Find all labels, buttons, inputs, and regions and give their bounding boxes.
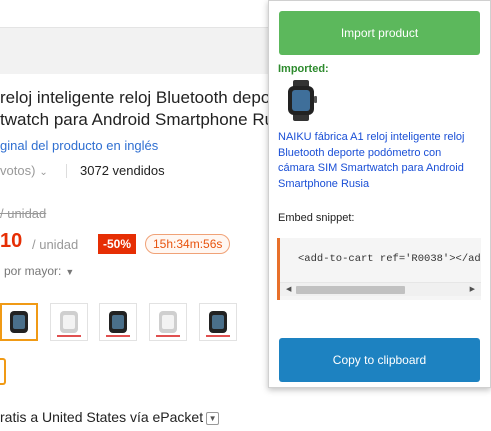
watch-thumbnail-icon bbox=[209, 311, 227, 333]
product-title-line-1: reloj inteligente reloj Bluetooth deport… bbox=[0, 88, 291, 107]
scrollbar-thumb[interactable] bbox=[296, 286, 405, 294]
shipping-info: ratis a United States vía ePacket ▼ bbox=[0, 409, 220, 425]
countdown-timer: 15h:34m:56s bbox=[145, 234, 231, 254]
votes-text: votos) bbox=[0, 163, 36, 178]
watch-thumbnail-icon bbox=[10, 311, 28, 333]
wholesale-dropdown[interactable]: por mayor: ▼ bbox=[4, 264, 74, 278]
wholesale-label: por mayor: bbox=[4, 264, 62, 278]
copy-to-clipboard-button[interactable]: Copy to clipboard bbox=[279, 338, 480, 382]
discount-badge: -50% bbox=[98, 234, 137, 254]
caret-down-icon: ▼ bbox=[65, 267, 75, 277]
votes-dropdown[interactable]: votos) ⌄ bbox=[0, 163, 48, 178]
imported-label: Imported: bbox=[278, 63, 329, 75]
shipping-destination: United States vía ePacket bbox=[42, 409, 204, 425]
smartwatch-product-image bbox=[279, 78, 324, 123]
import-product-button[interactable]: Import product bbox=[279, 11, 480, 55]
divider bbox=[66, 164, 67, 178]
old-price: / unidad bbox=[0, 206, 47, 221]
product-thumbnail[interactable] bbox=[199, 303, 237, 341]
imported-product-link[interactable]: NAIKU fábrica A1 reloj inteligente reloj… bbox=[278, 130, 478, 192]
price-unit: / unidad bbox=[32, 237, 79, 252]
selected-option-edge[interactable] bbox=[0, 358, 6, 385]
original-product-link[interactable]: ginal del producto en inglés bbox=[0, 138, 158, 153]
product-title-line-2: twatch para Android Smartphone Rusia bbox=[0, 110, 296, 129]
embed-snippet-code: <add-to-cart ref='R0038'></add-to-cart> bbox=[298, 253, 481, 265]
watch-thumbnail-icon bbox=[109, 311, 127, 333]
chevron-down-icon: ⌄ bbox=[39, 167, 48, 178]
product-thumbnail[interactable] bbox=[149, 303, 187, 341]
product-thumbnail[interactable] bbox=[0, 303, 38, 341]
embed-snippet-label: Embed snippet: bbox=[278, 212, 355, 224]
price-value: 10 bbox=[0, 230, 23, 252]
watch-thumbnail-icon bbox=[159, 311, 177, 333]
shipping-chevron-icon[interactable]: ▼ bbox=[206, 412, 220, 425]
extension-popup: Import product Imported: NAIKU fábrica A… bbox=[268, 0, 491, 388]
scroll-left-icon[interactable]: ◀ bbox=[286, 285, 291, 293]
watch-thumbnail-icon bbox=[60, 311, 78, 333]
embed-snippet-box[interactable]: <add-to-cart ref='R0038'></add-to-cart> … bbox=[277, 238, 481, 300]
shipping-prefix: ratis a bbox=[0, 409, 39, 425]
product-thumbnail[interactable] bbox=[50, 303, 88, 341]
product-thumbnail[interactable] bbox=[99, 303, 137, 341]
sold-count: 3072 vendidos bbox=[80, 163, 165, 178]
horizontal-scrollbar[interactable]: ◀ ▶ bbox=[280, 282, 481, 296]
scroll-right-icon[interactable]: ▶ bbox=[470, 285, 475, 293]
